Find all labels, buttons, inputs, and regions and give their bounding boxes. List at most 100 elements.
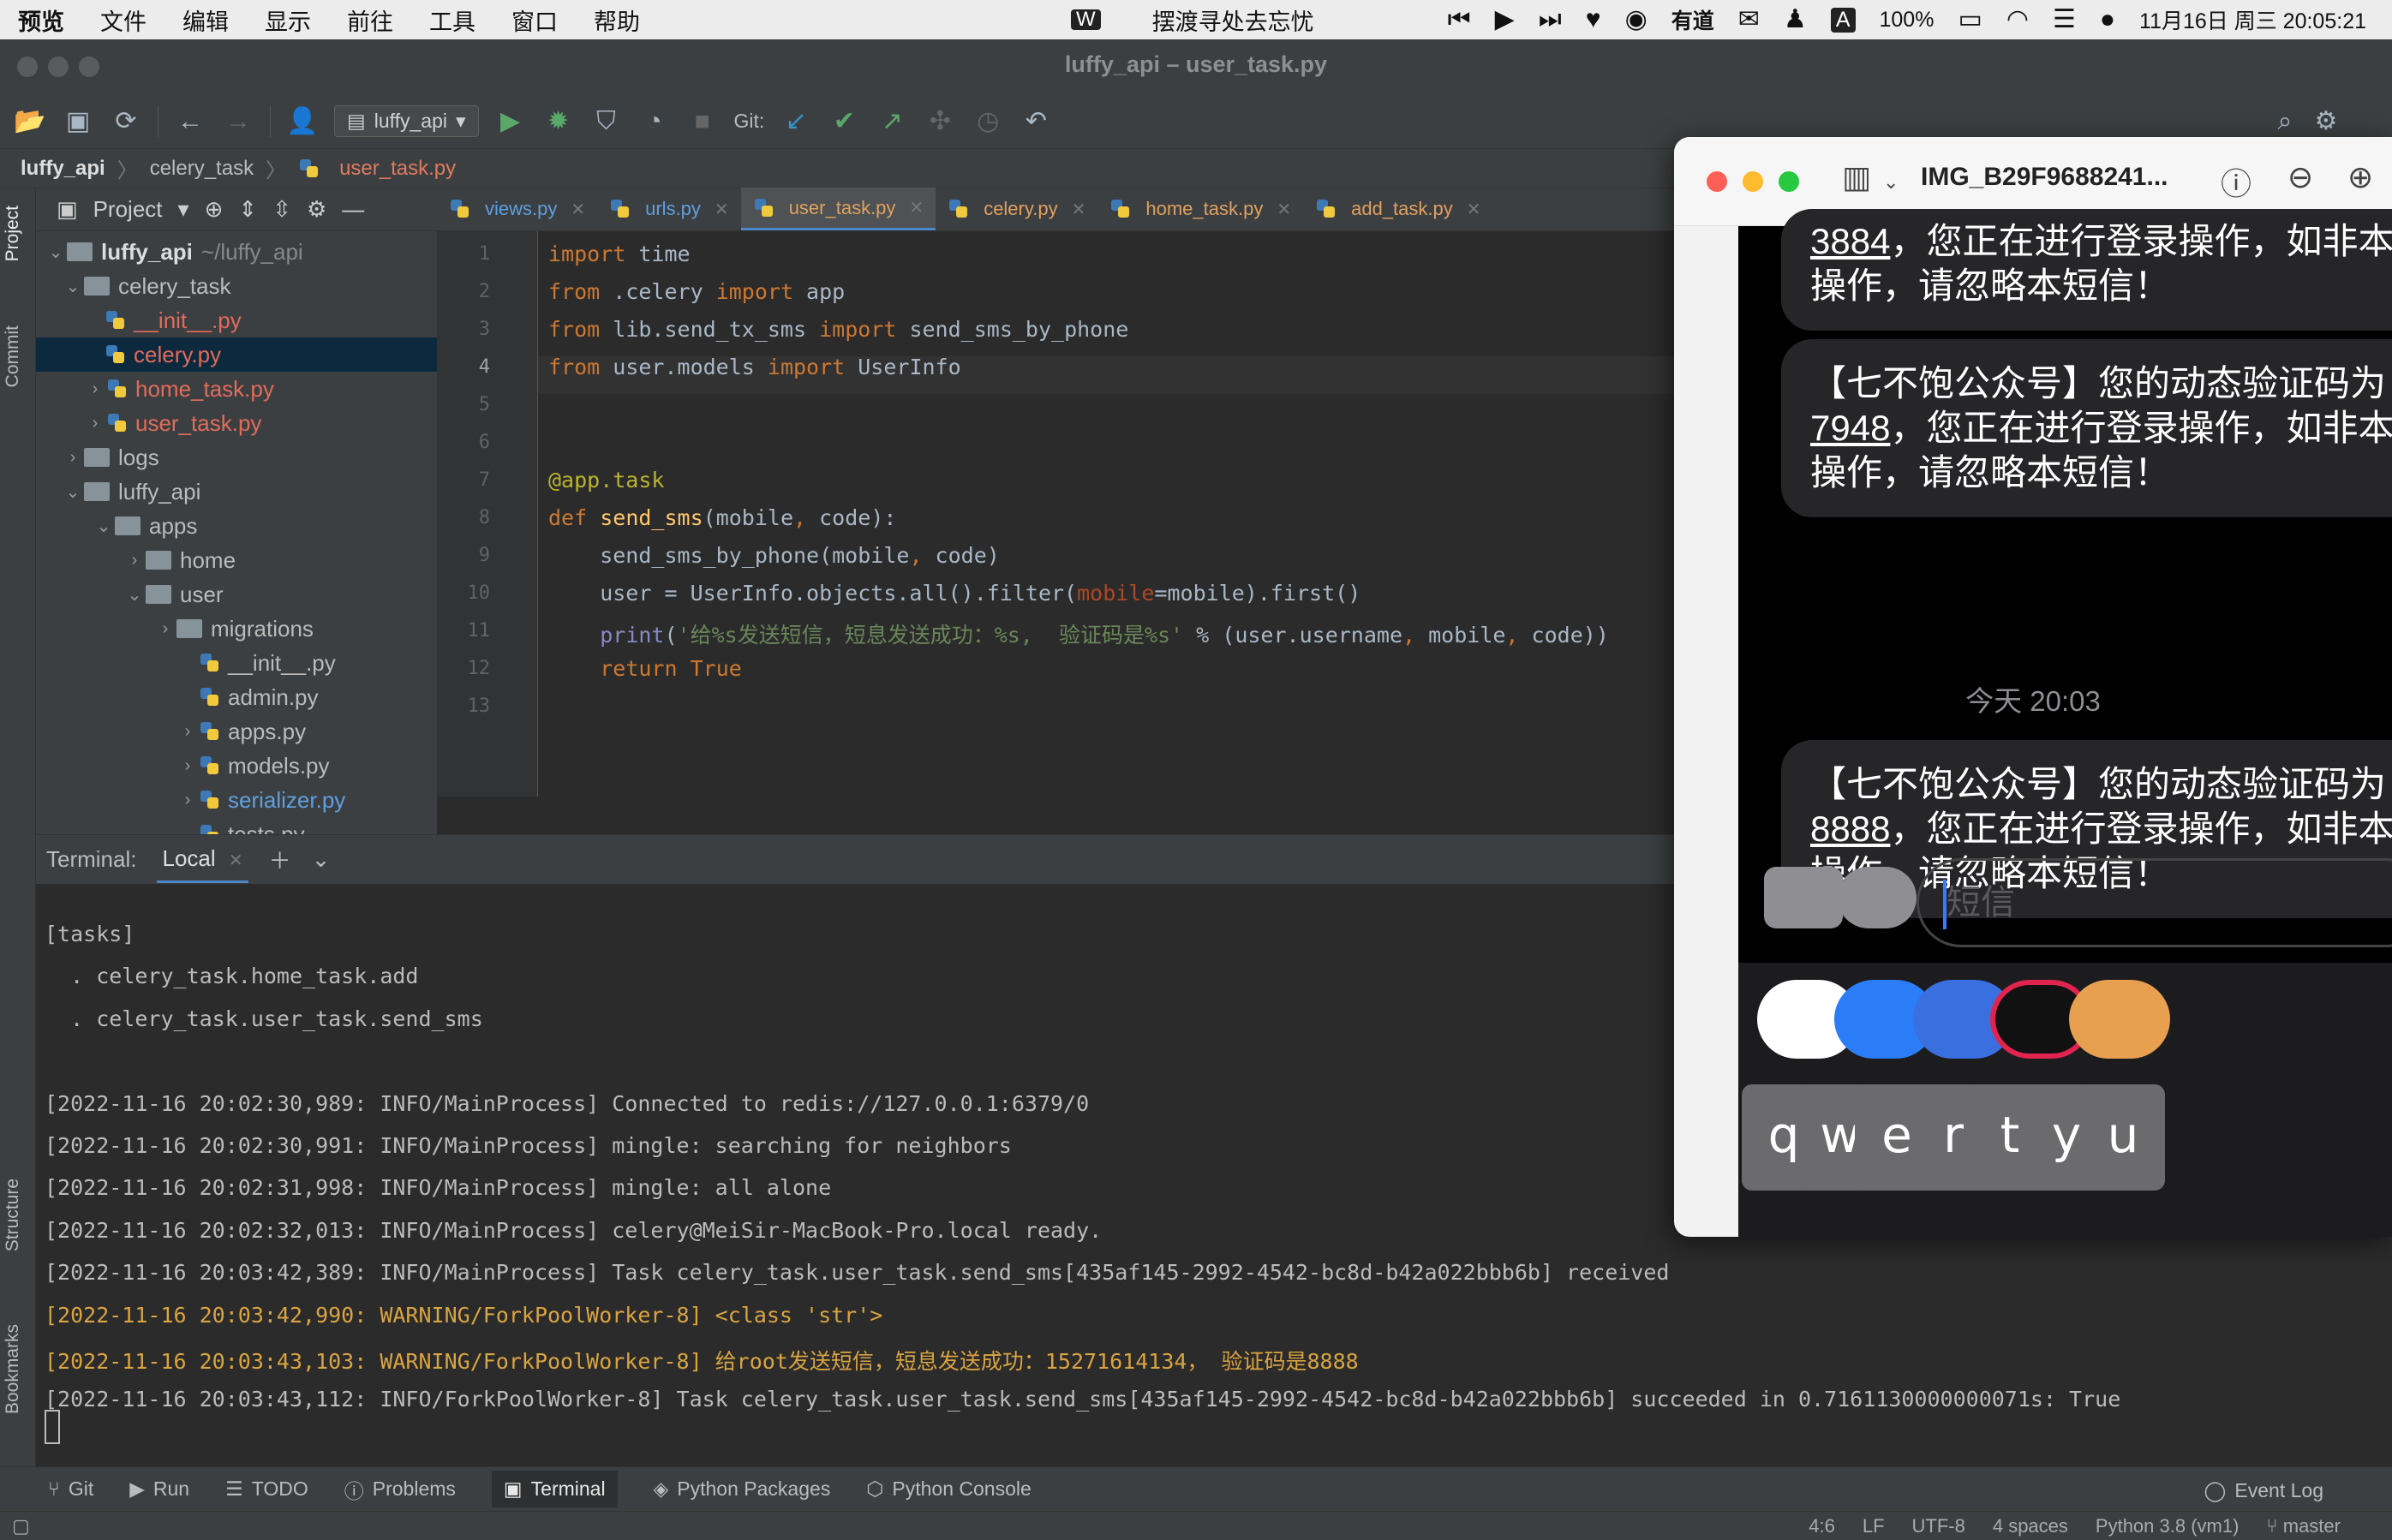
menu-tools[interactable]: 工具 (411, 3, 493, 37)
chevron-right-icon[interactable]: › (176, 756, 199, 776)
tree-item-apps[interactable]: ⌄ apps (36, 509, 437, 543)
add-icon[interactable]: ＋ (269, 844, 291, 875)
menu-help[interactable]: 帮助 (576, 3, 658, 37)
chevron-right-icon[interactable]: › (62, 448, 84, 468)
status-line-separator[interactable]: LF (1863, 1515, 1885, 1537)
user-icon[interactable]: 👤 (286, 106, 319, 136)
tree-item-celery-task[interactable]: ⌄ celery_task (36, 269, 437, 303)
tree-item-apps-py[interactable]: › apps.py (36, 714, 437, 749)
tab-add-task[interactable]: add_task.py ✕ (1303, 188, 1492, 230)
breadcrumb-folder[interactable]: celery_task (150, 157, 254, 181)
tree-item-migrations[interactable]: › migrations (36, 612, 437, 646)
tool-problems[interactable]: ⓘ Problems (344, 1475, 456, 1504)
previous-track-icon[interactable]: ⏮ (1448, 7, 1471, 33)
chevron-right-icon[interactable]: › (84, 379, 106, 399)
memoji-icon[interactable] (2069, 980, 2170, 1059)
chevron-down-icon[interactable]: ▾ (178, 196, 189, 223)
status-git-branch[interactable]: ⑂ master (2266, 1515, 2341, 1537)
tree-item-root[interactable]: ⌄ luffy_api ~/luffy_api (36, 235, 437, 269)
close-icon[interactable]: ✕ (571, 199, 585, 220)
tree-item-admin[interactable]: admin.py (36, 680, 437, 714)
tool-python-console[interactable]: ⬡ Python Console (866, 1477, 1031, 1501)
tree-item-models[interactable]: › models.py (36, 749, 437, 783)
chevron-down-icon[interactable]: ⌄ (1883, 171, 1899, 194)
locate-icon[interactable]: ⊕ (205, 196, 224, 223)
tool-terminal[interactable]: ▣ Terminal (491, 1471, 618, 1507)
chevron-down-icon[interactable]: ⌄ (93, 516, 115, 537)
run-icon[interactable]: ▶ (494, 106, 527, 136)
save-icon[interactable]: ▣ (62, 106, 94, 136)
camera-icon[interactable] (1764, 867, 1843, 928)
tree-item-home[interactable]: › home (36, 543, 437, 577)
heart-icon[interactable]: ♥ (1586, 7, 1601, 33)
panel-toggle-icon[interactable]: ▢ (12, 1515, 30, 1537)
close-icon[interactable]: ✕ (1072, 199, 1086, 220)
menu-window[interactable]: 窗口 (493, 3, 576, 37)
tree-item-logs[interactable]: › logs (36, 440, 437, 475)
status-interpreter[interactable]: Python 3.8 (vm1) (2096, 1515, 2240, 1537)
play-icon[interactable]: ▶ (1495, 7, 1515, 33)
chevron-right-icon[interactable]: › (84, 414, 106, 433)
tab-urls[interactable]: urls.py ✕ (597, 188, 741, 230)
tool-run[interactable]: ▶ Run (129, 1477, 189, 1501)
menubar-datetime[interactable]: 11月16日 周三 20:05:21 (2139, 4, 2366, 35)
chevron-down-icon[interactable]: ⌄ (62, 276, 84, 297)
tab-celery[interactable]: celery.py ✕ (936, 188, 1097, 230)
menu-app-name[interactable]: 预览 (0, 3, 82, 37)
tree-item-home-task[interactable]: › home_task.py (36, 372, 437, 406)
debug-icon[interactable]: ✹ (542, 106, 575, 136)
git-push-icon[interactable]: ↗ (876, 106, 908, 136)
input-method-icon[interactable]: A (1830, 7, 1856, 33)
chevron-down-icon[interactable]: ⌄ (312, 846, 331, 873)
rollback-icon[interactable]: ↶ (1020, 106, 1052, 136)
qq-icon[interactable]: ♟ (1784, 7, 1807, 33)
collapse-all-icon[interactable]: ⇳ (272, 196, 291, 223)
status-caret-position[interactable]: 4:6 (1809, 1515, 1835, 1537)
status-encoding[interactable]: UTF-8 (1912, 1515, 1965, 1537)
youdao-icon[interactable]: 有道 (1671, 4, 1714, 35)
status-indent[interactable]: 4 spaces (1993, 1515, 2068, 1537)
zoom-out-icon[interactable]: ⊖ (2287, 159, 2313, 195)
close-icon[interactable]: ✕ (1277, 199, 1291, 220)
tool-python-packages[interactable]: ◈ Python Packages (654, 1477, 831, 1501)
close-icon[interactable]: ✕ (229, 851, 243, 870)
close-icon[interactable]: ✕ (1467, 199, 1481, 220)
chevron-right-icon[interactable]: › (176, 722, 199, 742)
chevron-right-icon[interactable]: › (176, 791, 199, 810)
project-view-select[interactable]: Project (93, 196, 163, 223)
window-close-button[interactable] (1707, 171, 1727, 192)
git-commit-icon[interactable]: ✔ (828, 106, 860, 136)
zoom-in-icon[interactable]: ⊕ (2347, 159, 2373, 195)
tab-user-task[interactable]: user_task.py ✕ (740, 188, 936, 230)
structure-tool-tab[interactable]: Structure (3, 1179, 23, 1251)
chevron-right-icon[interactable]: › (123, 551, 146, 570)
tree-item-user[interactable]: ⌄ user (36, 577, 437, 612)
netease-music-icon[interactable]: ◉ (1625, 7, 1647, 33)
siri-icon[interactable]: ● (2100, 7, 2115, 33)
tool-todo[interactable]: ☰ TODO (225, 1477, 308, 1501)
control-center-icon[interactable]: ☰ (2053, 7, 2076, 33)
git-update-icon[interactable]: ↙ (780, 106, 812, 136)
tree-item-celery-init[interactable]: __init__.py (36, 303, 437, 337)
close-icon[interactable]: ✕ (715, 199, 729, 220)
tree-item-luffy-api[interactable]: ⌄ luffy_api (36, 475, 437, 509)
battery-icon[interactable]: ▭ (1958, 7, 1982, 33)
menu-file[interactable]: 文件 (82, 3, 164, 37)
tab-home-task[interactable]: home_task.py ✕ (1097, 188, 1303, 230)
info-icon[interactable]: ⓘ (2221, 159, 2251, 204)
menu-go[interactable]: 前往 (329, 3, 411, 37)
chevron-down-icon[interactable]: ⌄ (62, 481, 84, 503)
hide-panel-icon[interactable]: — (342, 196, 364, 223)
back-icon[interactable]: ← (174, 107, 206, 136)
sync-icon[interactable]: ⟳ (110, 106, 142, 136)
wechat-icon[interactable]: ✉ (1738, 7, 1760, 33)
profile-icon[interactable]: ◔ (638, 107, 671, 136)
run-configuration-select[interactable]: ▤ luffy_api ▾ (334, 105, 479, 137)
tab-views[interactable]: views.py ✕ (437, 188, 597, 230)
settings-gear-icon[interactable]: ⚙ (2310, 106, 2342, 136)
event-log-button[interactable]: ◯ Event Log (2204, 1479, 2323, 1502)
chevron-right-icon[interactable]: › (154, 619, 176, 639)
stop-icon[interactable]: ■ (686, 107, 719, 136)
menu-view[interactable]: 显示 (247, 3, 329, 37)
sidebar-toggle-icon[interactable]: ▥ (1842, 159, 1871, 195)
